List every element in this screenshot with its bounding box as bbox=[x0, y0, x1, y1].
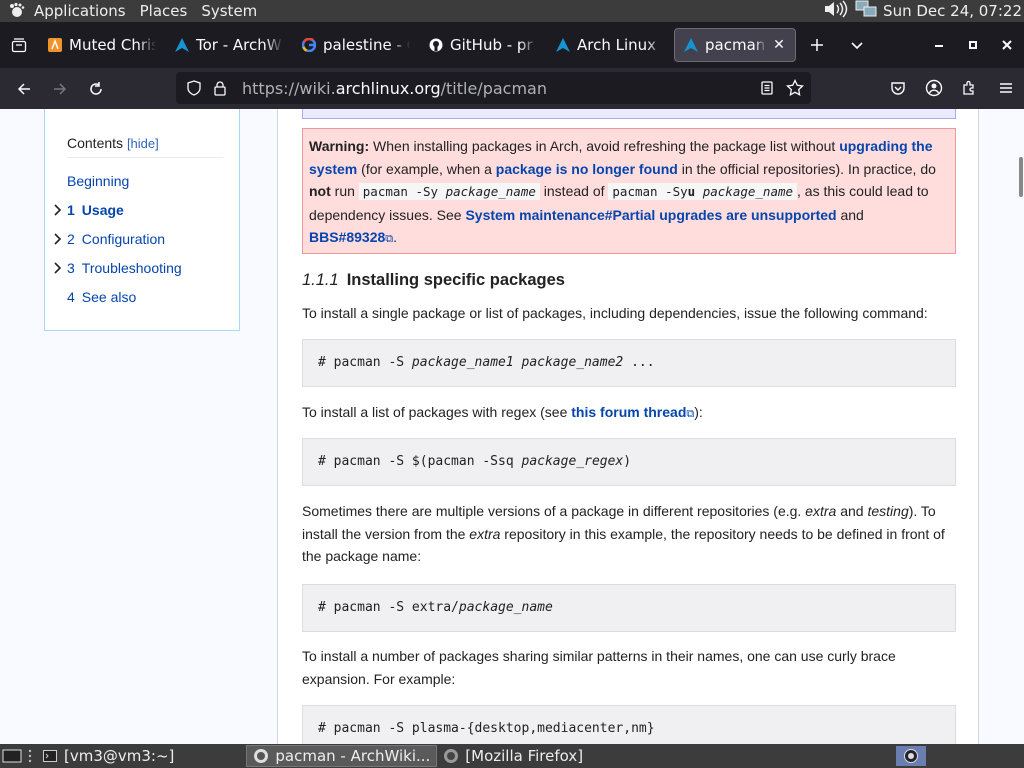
chevron-right-icon[interactable] bbox=[53, 231, 63, 249]
page-scrollbar[interactable] bbox=[1016, 109, 1024, 744]
paragraph-brace-expansion: To install a number of packages sharing … bbox=[302, 648, 896, 687]
tab-list-chevron-down-icon[interactable] bbox=[837, 22, 877, 68]
article-content: Warning: When installing packages in Arc… bbox=[277, 109, 979, 744]
back-arrow-icon[interactable] bbox=[6, 73, 42, 105]
chevron-right-icon[interactable] bbox=[53, 260, 63, 278]
toc-title: Contents bbox=[67, 135, 124, 151]
workspace-switcher-icon[interactable] bbox=[896, 746, 926, 766]
maximize-icon[interactable] bbox=[956, 22, 990, 68]
menu-places[interactable]: Places bbox=[134, 0, 196, 22]
inline-code-pacman-sy: pacman -Sy package_name bbox=[358, 183, 540, 200]
gnome-foot-icon[interactable] bbox=[6, 0, 28, 22]
extensions-puzzle-icon[interactable] bbox=[952, 72, 988, 104]
table-of-contents: Contents [hide] Beginning 1 Usage 2 Config… bbox=[44, 109, 240, 331]
paragraph-install-single: To install a single package or list of p… bbox=[302, 305, 928, 321]
section-number: 1.1.1 bbox=[302, 271, 339, 289]
shield-icon[interactable] bbox=[184, 78, 204, 98]
chevron-right-icon[interactable] bbox=[53, 202, 63, 220]
task-mozilla-firefox[interactable]: [Mozilla Firefox] bbox=[437, 745, 589, 767]
toc-hide-link[interactable]: [hide] bbox=[127, 136, 159, 151]
menu-system[interactable]: System bbox=[195, 0, 265, 22]
new-tab-icon[interactable] bbox=[797, 22, 837, 68]
github-icon bbox=[428, 37, 444, 53]
section-heading: 1.1.1 Installing specific packages bbox=[302, 271, 565, 290]
top-panel: Applications Places System Sun Dec 24, 0… bbox=[0, 0, 1024, 22]
toc-item-configuration[interactable]: 2 Configuration bbox=[54, 228, 223, 257]
forward-arrow-icon[interactable] bbox=[42, 73, 78, 105]
show-desktop-icon[interactable] bbox=[0, 745, 24, 767]
url-text[interactable]: https://wiki.archlinux.org/title/pacman bbox=[242, 79, 547, 98]
panel-menu: Applications Places System bbox=[0, 0, 265, 22]
url-bar-actions bbox=[757, 72, 805, 104]
taskbar-separator-icon bbox=[24, 745, 36, 767]
inline-code-pacman-syu: pacman -Syu package_name bbox=[608, 183, 798, 200]
close-tab-icon[interactable]: ✕ bbox=[771, 37, 787, 53]
tab-github[interactable]: GitHub - pr bbox=[420, 28, 545, 62]
hamburger-menu-icon[interactable] bbox=[988, 72, 1024, 104]
tab-overview-icon[interactable] bbox=[0, 22, 38, 68]
link-package-no-longer-found[interactable]: package is no longer found bbox=[496, 161, 678, 177]
network-icon[interactable] bbox=[855, 0, 877, 22]
tab-palestine-google[interactable]: palestine - Google bbox=[293, 28, 418, 62]
code-block-install[interactable]: # pacman -S package_name1 package_name2 … bbox=[302, 339, 956, 387]
close-window-icon[interactable] bbox=[990, 22, 1024, 68]
code-block-regex[interactable]: # pacman -S $(pacman -Ssq package_regex) bbox=[302, 438, 956, 486]
panel-clock[interactable]: Sun Dec 24, 07:22 bbox=[883, 2, 1022, 20]
task-terminal[interactable]: [vm3@vm3:~] bbox=[36, 745, 180, 767]
menu-applications[interactable]: Applications bbox=[28, 0, 134, 22]
minimize-icon[interactable] bbox=[922, 22, 956, 68]
warning-label: Warning: bbox=[309, 138, 370, 154]
code-block-brace[interactable]: # pacman -S plasma-{desktop,mediacenter,… bbox=[302, 705, 956, 744]
scrollbar-thumb[interactable] bbox=[1019, 157, 1023, 197]
task-firefox-pacman[interactable]: pacman - ArchWiki... bbox=[246, 745, 438, 767]
panel-tray: Sun Dec 24, 07:22 bbox=[823, 0, 1022, 22]
tab-muted-christmas[interactable]: Muted Christmas bbox=[39, 28, 164, 62]
terminal-icon bbox=[42, 748, 58, 764]
paragraph-repositories: Sometimes there are multiple versions of… bbox=[302, 503, 945, 564]
link-bbs-89328[interactable]: BBS#89328 bbox=[309, 229, 385, 245]
section-title: Installing specific packages bbox=[346, 271, 565, 289]
firefox-icon bbox=[253, 748, 269, 764]
reader-view-icon[interactable] bbox=[757, 78, 777, 98]
arch-icon bbox=[683, 37, 699, 53]
toolbar-tools bbox=[880, 72, 1024, 104]
google-icon bbox=[301, 37, 317, 53]
arch-icon bbox=[174, 37, 190, 53]
paragraph-regex: To install a list of packages with regex… bbox=[302, 404, 703, 420]
page-viewport[interactable]: Contents [hide] Beginning 1 Usage 2 Config… bbox=[0, 109, 1024, 744]
lock-icon[interactable] bbox=[210, 78, 230, 98]
toc-item-usage[interactable]: 1 Usage bbox=[54, 199, 223, 228]
arch-icon bbox=[555, 37, 571, 53]
link-partial-upgrades[interactable]: System maintenance#Partial upgrades are … bbox=[465, 207, 836, 223]
bookmark-star-icon[interactable] bbox=[785, 78, 805, 98]
url-bar[interactable]: https://wiki.archlinux.org/title/pacman bbox=[176, 72, 811, 104]
orange-app-icon bbox=[47, 37, 63, 53]
firefox-icon bbox=[443, 748, 459, 764]
tab-bar: Muted Christmas Tor - ArchWiki palestine… bbox=[0, 22, 1024, 68]
toc-item-troubleshooting[interactable]: 3 Troubleshooting bbox=[54, 257, 223, 286]
account-icon[interactable] bbox=[916, 72, 952, 104]
toc-header: Contents [hide] bbox=[67, 135, 223, 158]
tab-tor-archwiki[interactable]: Tor - ArchWiki bbox=[166, 28, 291, 62]
warning-box: Warning: When installing packages in Arc… bbox=[302, 128, 956, 254]
tab-arch-linux[interactable]: Arch Linux bbox=[547, 28, 672, 62]
pocket-icon[interactable] bbox=[880, 72, 916, 104]
link-forum-thread[interactable]: this forum thread bbox=[571, 404, 686, 420]
toc-item-see-also[interactable]: 4 See also bbox=[67, 286, 223, 315]
note-box-bottom bbox=[302, 109, 956, 119]
window-controls bbox=[922, 22, 1024, 68]
bottom-taskbar: [vm3@vm3:~] pacman - ArchWiki... [Mozill… bbox=[0, 744, 1024, 768]
volume-icon[interactable] bbox=[823, 0, 849, 22]
nav-bar: https://wiki.archlinux.org/title/pacman bbox=[0, 68, 1024, 109]
toc-item-beginning[interactable]: Beginning bbox=[67, 170, 223, 199]
external-link-icon: ⧉ bbox=[385, 233, 394, 245]
code-block-repo[interactable]: # pacman -S extra/package_name bbox=[302, 584, 956, 632]
reload-icon[interactable] bbox=[78, 73, 114, 105]
tab-pacman-archwiki[interactable]: pacman - ArchWiki ✕ bbox=[674, 28, 796, 62]
